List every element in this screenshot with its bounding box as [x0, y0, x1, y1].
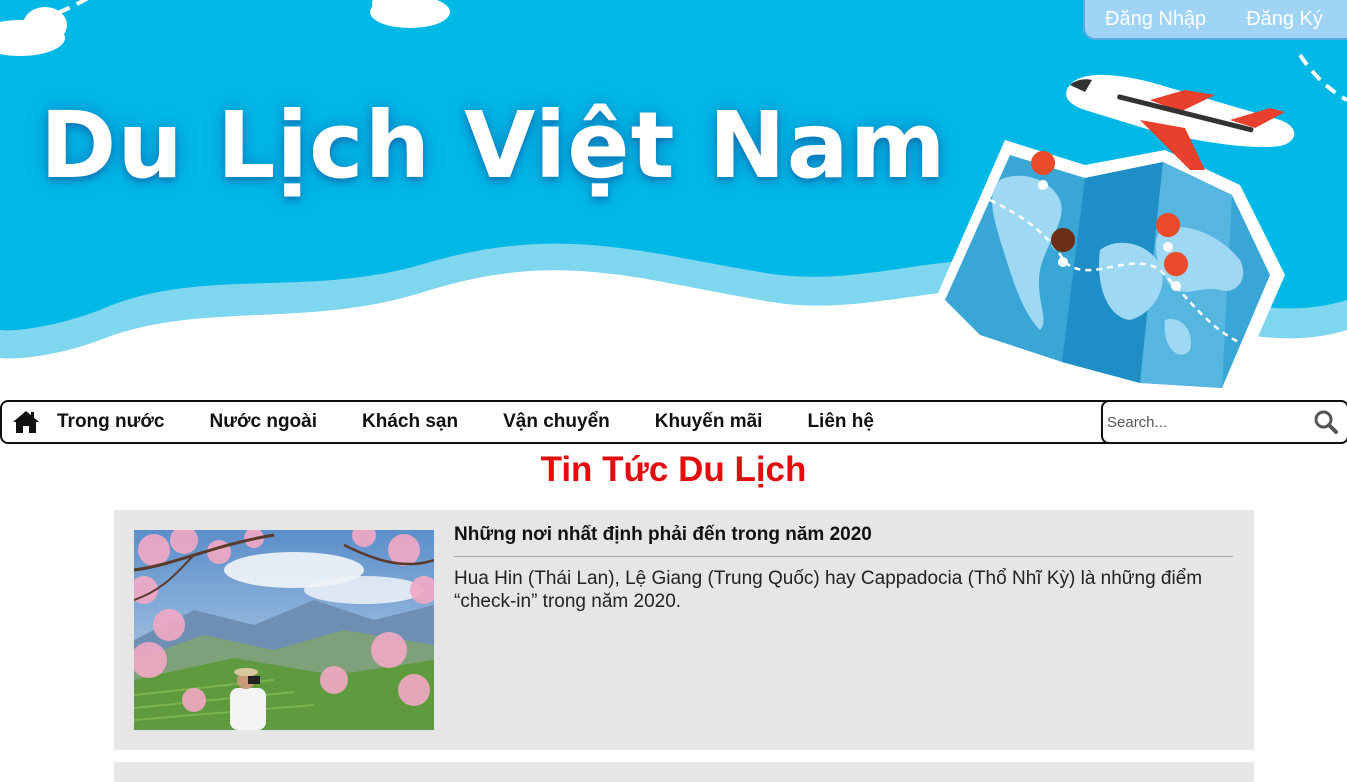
search-icon[interactable] [1313, 409, 1339, 435]
register-link[interactable]: Đăng Ký [1246, 8, 1323, 31]
banner-background [0, 0, 1347, 400]
news-thumbnail[interactable] [134, 530, 434, 730]
nav-item-nuoc-ngoai[interactable]: Nước ngoài [210, 411, 318, 433]
nav-item-khach-san[interactable]: Khách sạn [362, 411, 458, 433]
news-card [114, 762, 1254, 782]
news-headline[interactable]: Những nơi nhất định phải đến trong năm 2… [454, 524, 872, 546]
section-title: Tin Tức Du Lịch [540, 450, 807, 489]
nav-item-trong-nuoc[interactable]: Trong nước [57, 411, 165, 433]
news-summary: Hua Hin (Thái Lan), Lệ Giang (Trung Quốc… [454, 568, 1203, 612]
login-link[interactable]: Đăng Nhập [1105, 8, 1206, 31]
banner: Du Lịch Việt Nam Đăng Nhập Đăng Ký [0, 0, 1347, 400]
nav-item-van-chuyen[interactable]: Vận chuyển [503, 411, 610, 433]
news-divider [454, 556, 1233, 557]
home-icon[interactable] [12, 408, 40, 436]
nav-item-lien-he[interactable]: Liên hệ [807, 411, 874, 433]
main-nav: Trong nước Nước ngoài Khách sạn Vận chuy… [0, 400, 1347, 444]
nav-item-khuyen-mai[interactable]: Khuyến mãi [655, 411, 763, 433]
news-card: Những nơi nhất định phải đến trong năm 2… [114, 510, 1254, 750]
search-box [1101, 400, 1347, 444]
auth-box: Đăng Nhập Đăng Ký [1083, 0, 1347, 40]
banner-title: Du Lịch Việt Nam [40, 92, 947, 199]
search-input[interactable] [1105, 412, 1309, 432]
